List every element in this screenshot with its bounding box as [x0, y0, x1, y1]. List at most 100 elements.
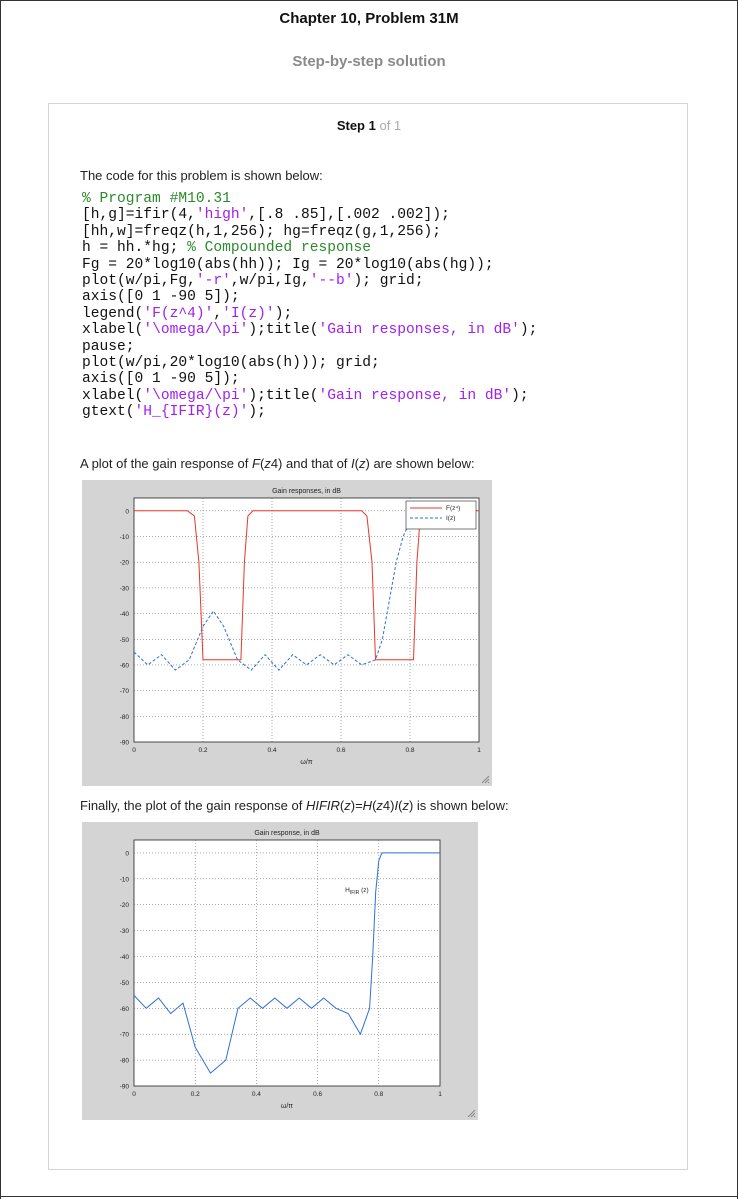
plot2-caption: Finally, the plot of the gain response o… — [80, 798, 509, 813]
code-token: ); — [248, 404, 266, 421]
x-tick-label: 0.6 — [336, 747, 345, 754]
y-tick-label: -80 — [120, 1058, 130, 1065]
page-subtitle: Step-by-step solution — [292, 53, 446, 70]
x-tick-label: 0 — [132, 1091, 136, 1098]
code-token: Fg = 20*log10(abs(hh)); Ig = 20*log10(ab… — [82, 256, 494, 273]
y-tick-label: -80 — [120, 714, 130, 721]
code-token: pause; — [82, 338, 135, 355]
code-line: axis([0 1 -90 5]); — [82, 371, 240, 387]
code-token: gtext( — [82, 404, 135, 421]
code-token: xlabel( — [82, 387, 144, 404]
code-token: plot(w/pi,Fg, — [82, 273, 196, 290]
page-title: Chapter 10, Problem 31M — [279, 10, 459, 27]
code-token: % Compounded response — [187, 240, 372, 257]
step-total: of 1 — [379, 118, 402, 133]
y-tick-label: -30 — [120, 585, 130, 592]
code-token: 'Gain response, in dB' — [318, 387, 512, 404]
y-tick-label: 0 — [125, 508, 129, 515]
code-token: ,w/pi,Ig, — [230, 273, 310, 290]
code-token: ); — [519, 322, 538, 339]
code-token: legend( — [82, 305, 144, 322]
code-line: plot(w/pi,Fg,'-r',w/pi,Ig,'--b'); grid; — [82, 273, 424, 289]
code-token: 'I(z)' — [222, 305, 275, 322]
figure-1: 0 0.2 0.4 0.6 0.8 1 0 -10 -20 -30 -40 -50 -60 -70 -80 -… — [82, 480, 492, 786]
caption-segment: Finally, the plot of the gain response o… — [80, 798, 306, 813]
caption-segment: HIFIR — [305, 798, 340, 813]
y-tick-label: -30 — [120, 928, 130, 935]
y-tick-label: -90 — [120, 1084, 130, 1091]
y-tick-label: -10 — [120, 534, 130, 541]
code-line: h = hh.*hg; % Compounded response — [82, 240, 371, 256]
x-tick-label: 0.4 — [267, 747, 276, 754]
plot-area — [133, 497, 480, 743]
chart-title: Gain response, in dB — [254, 830, 320, 837]
legend-label: F(z⁴) — [446, 505, 460, 512]
resize-grip-icon[interactable] — [466, 1108, 476, 1118]
y-tick-label: -60 — [120, 662, 130, 669]
y-tick-label: -50 — [120, 980, 130, 987]
x-tick-label: 0.8 — [374, 1091, 383, 1098]
legend-label: I(z) — [446, 515, 455, 522]
chart-title: Gain responses, in dB — [272, 488, 341, 495]
code-token: ); — [511, 387, 529, 404]
code-token: '-r' — [195, 273, 231, 290]
page-border-bottom — [0, 1196, 738, 1197]
page-border-left — [0, 0, 1, 1199]
code-token: ,[.8 .85],[.002 .002]); — [248, 207, 450, 224]
code-token: plot(w/pi,20*log10(abs(h))); grid; — [82, 355, 380, 372]
y-tick-label: -10 — [120, 876, 130, 883]
caption-segment: H — [362, 798, 373, 813]
gain-response-chart: 0 0.2 0.4 0.6 0.8 1 0 -10 -20 -30 -40 -50 -60 -70 -80 -… — [120, 830, 443, 1110]
code-token: [hh,w]=freqz(h,1,256); hg=freqz(g,1,256)… — [82, 223, 442, 240]
caption-segment: )= — [350, 798, 363, 813]
step-label: Step 1 — [336, 118, 376, 133]
x-tick-label: 0.4 — [252, 1091, 261, 1098]
code-line: gtext('H_{IFIR}(z)'); — [82, 404, 266, 420]
code-token: axis([0 1 -90 5]); — [82, 371, 240, 388]
code-token: ); — [274, 305, 293, 322]
code-token: [h,g]=ifir(4, — [82, 207, 196, 224]
code-token: xlabel( — [82, 322, 144, 339]
code-token: h = hh.*hg; — [82, 240, 188, 257]
plot-area — [133, 839, 441, 1087]
x-axis-label: ω/π — [281, 1103, 293, 1110]
code-token: 'Gain responses, in dB' — [318, 322, 520, 339]
resize-grip-icon[interactable] — [480, 774, 490, 784]
code-token: , — [213, 305, 223, 322]
code-line: [h,g]=ifir(4,'high',[.8 .85],[.002 .002]… — [82, 207, 450, 223]
x-tick-label: 1 — [438, 1091, 442, 1098]
x-axis-label: ω/π — [300, 759, 312, 766]
caption-segment: F — [252, 456, 260, 471]
y-tick-label: -70 — [120, 1032, 130, 1039]
y-tick-label: 0 — [125, 850, 129, 857]
y-tick-label: -20 — [120, 902, 130, 909]
caption-segment: ) are shown below: — [365, 456, 475, 471]
x-tick-label: 0.2 — [191, 1091, 200, 1098]
code-token: 'F(z^4)' — [143, 305, 214, 322]
page-border-top — [0, 0, 738, 1]
x-tick-label: 1 — [477, 747, 481, 754]
code-line: legend('F(z^4)','I(z)'); — [82, 306, 292, 322]
x-tick-label: 0.2 — [198, 747, 207, 754]
solution-card: Step 1 of 1 The code for this problem is… — [48, 103, 688, 1170]
code-line: Fg = 20*log10(abs(hh)); Ig = 20*log10(ab… — [82, 257, 494, 273]
y-tick-label: -40 — [120, 954, 130, 961]
code-line: plot(w/pi,20*log10(abs(h))); grid; — [82, 355, 380, 371]
code-line: % Program #M10.31 — [82, 191, 231, 207]
code-line: axis([0 1 -90 5]); — [82, 289, 240, 305]
annotation-part: (z) — [359, 887, 368, 894]
code-token: 'high' — [195, 207, 249, 224]
x-tick-label: 0 — [132, 747, 136, 754]
x-tick-label: 0.8 — [405, 747, 414, 754]
code-line: xlabel('\omega/\pi');title('Gain respons… — [82, 388, 529, 404]
code-token: axis([0 1 -90 5]); — [82, 289, 240, 306]
x-tick-label: 0.6 — [313, 1091, 322, 1098]
y-tick-label: -40 — [120, 611, 130, 618]
code-line: pause; — [82, 339, 135, 355]
caption-segment: 4) and that of — [270, 456, 352, 471]
y-tick-label: -60 — [120, 1006, 130, 1013]
code-token: '\omega/\pi' — [143, 322, 249, 339]
gain-responses-chart: 0 0.2 0.4 0.6 0.8 1 0 -10 -20 -30 -40 -50 -60 -70 -80 -… — [120, 488, 482, 766]
step-indicator: Step 1 of 1 — [49, 118, 689, 133]
code-token: '\omega/\pi' — [143, 387, 249, 404]
